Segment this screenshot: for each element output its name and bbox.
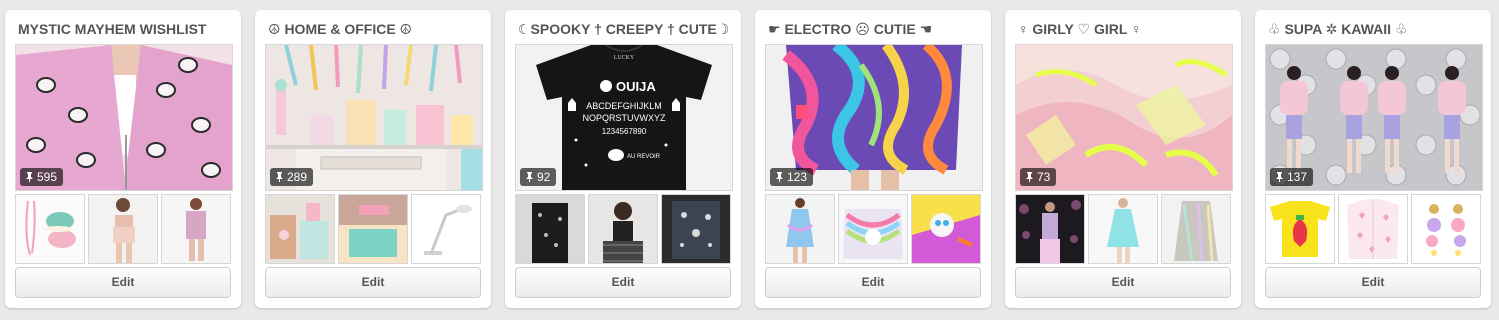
board-cover-image[interactable]: 137 <box>1265 44 1483 191</box>
board-thumbnail[interactable] <box>1265 194 1335 264</box>
shirt-row2-text: NOPQRSTUVWXYZ <box>582 113 666 123</box>
board-thumbnail[interactable] <box>88 194 158 264</box>
board-card[interactable]: ♧ SUPA ✲ KAWAII ♧ 137 Edit <box>1255 10 1491 308</box>
pin-count-value: 289 <box>287 170 308 184</box>
board-thumbnail[interactable] <box>411 194 481 264</box>
board-thumbnails <box>515 194 731 264</box>
pin-count-value: 92 <box>537 170 551 184</box>
board-thumbnails <box>1265 194 1481 264</box>
pin-count-badge: 137 <box>1270 168 1314 186</box>
pin-count-value: 137 <box>1287 170 1308 184</box>
board-title[interactable]: MYSTIC MAYHEM WISHLIST <box>18 21 230 37</box>
board-thumbnail[interactable] <box>265 194 335 264</box>
board-title[interactable]: ☾SPOOKY † CREEPY † CUTE☽ <box>518 21 730 38</box>
board-thumbnail[interactable] <box>1411 194 1481 264</box>
board-thumbnails <box>765 194 981 264</box>
board-cover-image[interactable]: 73 <box>1015 44 1233 191</box>
board-thumbnail[interactable] <box>838 194 908 264</box>
board-thumbnail[interactable] <box>1088 194 1158 264</box>
board-thumbnail[interactable] <box>765 194 835 264</box>
edit-board-button[interactable]: Edit <box>1265 267 1481 298</box>
board-cover-image[interactable]: 289 <box>265 44 483 191</box>
board-title[interactable]: ☮ HOME & OFFICE ☮ <box>268 21 480 38</box>
board-thumbnail[interactable] <box>1161 194 1231 264</box>
pin-count-value: 73 <box>1037 170 1051 184</box>
pin-count-badge: 595 <box>20 168 64 186</box>
board-thumbnail[interactable] <box>161 194 231 264</box>
board-cover-image[interactable]: 123 <box>765 44 983 191</box>
shirt-row1-text: ABCDEFGHIJKLM <box>586 101 662 111</box>
board-thumbnails <box>265 194 481 264</box>
board-card[interactable]: ☮ HOME & OFFICE ☮ 289 Edit <box>255 10 491 308</box>
shirt-row3-text: 1234567890 <box>602 127 647 136</box>
board-card[interactable]: ☾SPOOKY † CREEPY † CUTE☽ LUCKY OUIJA ABC… <box>505 10 741 308</box>
edit-board-button[interactable]: Edit <box>1015 267 1231 298</box>
board-thumbnail[interactable] <box>588 194 658 264</box>
shirt-bye-text: AU REVOIR <box>627 154 661 160</box>
shirt-heading-text: OUIJA <box>616 79 656 94</box>
board-cover-image[interactable]: 595 <box>15 44 233 191</box>
pin-count-badge: 92 <box>520 168 557 186</box>
board-thumbnail[interactable] <box>1338 194 1408 264</box>
edit-board-button[interactable]: Edit <box>15 267 231 298</box>
pin-icon <box>775 172 784 182</box>
board-thumbnail[interactable] <box>661 194 731 264</box>
board-thumbnail[interactable] <box>911 194 981 264</box>
pin-count-value: 123 <box>787 170 808 184</box>
edit-board-button[interactable]: Edit <box>765 267 981 298</box>
board-title[interactable]: ☛ ELECTRO ☹ CUTIE ☚ <box>768 21 980 38</box>
board-thumbnail[interactable] <box>1015 194 1085 264</box>
board-thumbnails <box>1015 194 1231 264</box>
pin-icon <box>1025 172 1034 182</box>
pin-icon <box>275 172 284 182</box>
shirt-brand-text: LUCKY <box>614 55 635 61</box>
pin-count-badge: 73 <box>1020 168 1057 186</box>
board-thumbnails <box>15 194 231 264</box>
pin-count-value: 595 <box>37 170 58 184</box>
board-thumbnail[interactable] <box>338 194 408 264</box>
board-title[interactable]: ♧ SUPA ✲ KAWAII ♧ <box>1268 21 1480 38</box>
board-cover-image[interactable]: LUCKY OUIJA ABCDEFGHIJKLM NOPQRSTUVWXYZ … <box>515 44 733 191</box>
board-title[interactable]: ♀ GIRLY ♡ GIRL ♀ <box>1018 21 1230 38</box>
board-card[interactable]: MYSTIC MAYHEM WISHLIST 595 Edit <box>5 10 241 308</box>
edit-board-button[interactable]: Edit <box>265 267 481 298</box>
pin-count-badge: 289 <box>270 168 314 186</box>
board-card[interactable]: ☛ ELECTRO ☹ CUTIE ☚ 123 Edit <box>755 10 991 308</box>
pin-count-badge: 123 <box>770 168 814 186</box>
pin-icon <box>1275 172 1284 182</box>
pin-icon <box>525 172 534 182</box>
board-thumbnail[interactable] <box>15 194 85 264</box>
pin-icon <box>25 172 34 182</box>
board-card[interactable]: ♀ GIRLY ♡ GIRL ♀ 73 Edit <box>1005 10 1241 308</box>
edit-board-button[interactable]: Edit <box>515 267 731 298</box>
board-thumbnail[interactable] <box>515 194 585 264</box>
